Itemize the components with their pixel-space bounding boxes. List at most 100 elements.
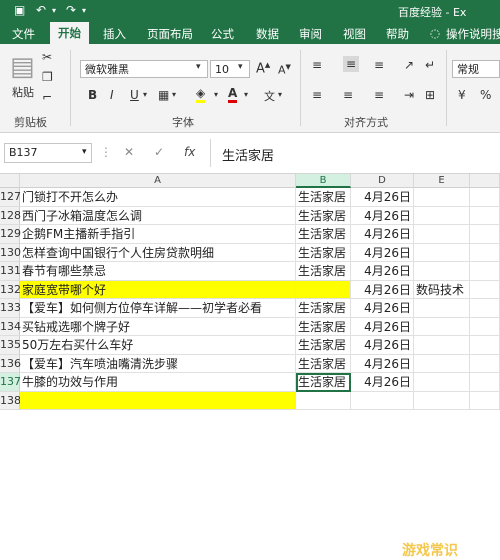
accounting-format-icon[interactable]: ¥ bbox=[458, 88, 466, 102]
cell-extra[interactable] bbox=[414, 262, 470, 281]
cell-title[interactable]: 西门子冰箱温度怎么调 bbox=[20, 206, 296, 225]
cell-empty[interactable] bbox=[470, 391, 500, 410]
chevron-down-icon[interactable]: ▾ bbox=[244, 90, 248, 99]
wrap-text-icon[interactable]: ↵ bbox=[425, 58, 435, 72]
cell-title[interactable]: 买钻戒选哪个牌子好 bbox=[20, 317, 296, 336]
cell-title[interactable]: 【爱车】如何侧方位停车详解——初学者必看 bbox=[20, 299, 296, 318]
underline-button[interactable]: U bbox=[130, 88, 139, 102]
cell-extra[interactable] bbox=[414, 299, 470, 318]
column-header-next[interactable] bbox=[470, 174, 500, 188]
font-color-button[interactable]: A bbox=[228, 86, 238, 103]
cell-date[interactable]: 4月26日 bbox=[351, 336, 414, 355]
save-icon[interactable]: ▣ bbox=[14, 3, 25, 17]
cell-empty[interactable] bbox=[470, 373, 500, 392]
tab-data[interactable]: 数据 bbox=[256, 26, 279, 42]
cell-date[interactable]: 4月26日 bbox=[351, 243, 414, 262]
paste-icon[interactable]: ▤ bbox=[10, 52, 35, 82]
align-right-icon[interactable]: ≡ bbox=[374, 88, 384, 102]
cell-date[interactable]: 4月26日 bbox=[351, 354, 414, 373]
cell-empty[interactable] bbox=[470, 317, 500, 336]
tell-me-search[interactable]: 操作说明搜 bbox=[446, 26, 500, 42]
fill-color-icon[interactable]: ◈ bbox=[196, 86, 206, 103]
cell-title[interactable]: 家庭宽带哪个好 bbox=[20, 280, 296, 299]
indent-icon[interactable]: ⇥ bbox=[404, 88, 414, 102]
tab-help[interactable]: 帮助 bbox=[386, 26, 409, 42]
align-center-icon[interactable]: ≡ bbox=[343, 88, 353, 102]
cell-category[interactable] bbox=[296, 391, 351, 410]
cell-date[interactable]: 4月26日 bbox=[351, 299, 414, 318]
cell-extra[interactable] bbox=[414, 206, 470, 225]
cell-empty[interactable] bbox=[470, 188, 500, 207]
chevron-down-icon[interactable]: ▾ bbox=[82, 147, 87, 157]
orientation-icon[interactable]: ↗ bbox=[404, 58, 414, 72]
column-header-e[interactable]: E bbox=[414, 174, 470, 188]
decrease-font-icon[interactable]: A▼ bbox=[278, 63, 291, 77]
cell-category[interactable]: 生活家居 bbox=[296, 225, 351, 244]
tab-home[interactable]: 开始 bbox=[50, 22, 89, 44]
row-header[interactable]: 133 bbox=[0, 299, 21, 318]
cell-category[interactable]: 生活家居 bbox=[296, 243, 351, 262]
cell-category[interactable]: 生活家居 bbox=[296, 373, 351, 392]
tab-page-layout[interactable]: 页面布局 bbox=[147, 26, 193, 42]
row-header[interactable]: 137 bbox=[0, 373, 21, 392]
row-header[interactable]: 132 bbox=[0, 280, 21, 299]
cell-category[interactable]: 生活家居 bbox=[296, 336, 351, 355]
cell-date[interactable]: 4月26日 bbox=[351, 188, 414, 207]
number-format-select[interactable]: 常规 bbox=[452, 60, 500, 78]
cell-title[interactable] bbox=[20, 391, 296, 410]
cell-empty[interactable] bbox=[470, 336, 500, 355]
cell-category[interactable]: 生活家居 bbox=[296, 354, 351, 373]
cut-icon[interactable]: ✂ bbox=[42, 50, 52, 64]
cell-empty[interactable] bbox=[470, 262, 500, 281]
cell-category[interactable]: 生活家居 bbox=[296, 299, 351, 318]
cell-extra[interactable] bbox=[414, 336, 470, 355]
font-size-select[interactable]: 10 bbox=[210, 60, 250, 78]
cell-date[interactable]: 4月26日 bbox=[351, 373, 414, 392]
chevron-down-icon[interactable]: ▾ bbox=[214, 90, 218, 99]
row-header[interactable]: 131 bbox=[0, 262, 21, 281]
italic-button[interactable]: I bbox=[110, 88, 114, 102]
row-header[interactable]: 135 bbox=[0, 336, 21, 355]
cell-category[interactable] bbox=[296, 280, 351, 299]
row-header[interactable]: 129 bbox=[0, 225, 21, 244]
row-header[interactable]: 127 bbox=[0, 188, 21, 207]
formula-input[interactable]: 生活家居 bbox=[222, 145, 274, 164]
merge-center-icon[interactable]: ⊞ bbox=[425, 88, 435, 102]
tab-formulas[interactable]: 公式 bbox=[211, 26, 234, 42]
borders-icon[interactable]: ▦ bbox=[158, 88, 169, 102]
worksheet-grid[interactable]: A B D E 127 门锁打不开怎么办 生活家居 4月26日 128 西门子冰箱温度怎么… bbox=[0, 174, 500, 559]
align-bottom-icon[interactable]: ≡ bbox=[374, 58, 384, 72]
cell-empty[interactable] bbox=[470, 206, 500, 225]
cell-extra[interactable] bbox=[414, 225, 470, 244]
redo-icon[interactable]: ↷ bbox=[66, 3, 76, 17]
cell-title[interactable]: 门锁打不开怎么办 bbox=[20, 188, 296, 207]
chevron-down-icon[interactable]: ▾ bbox=[143, 90, 147, 99]
tab-view[interactable]: 视图 bbox=[343, 26, 366, 42]
row-header[interactable]: 130 bbox=[0, 243, 21, 262]
cell-date[interactable]: 4月26日 bbox=[351, 317, 414, 336]
bold-button[interactable]: B bbox=[88, 88, 97, 102]
phonetic-icon[interactable]: 文 bbox=[264, 88, 275, 104]
cell-category[interactable]: 生活家居 bbox=[296, 206, 351, 225]
column-header-a[interactable]: A bbox=[20, 174, 296, 188]
format-painter-icon[interactable]: ⌐ bbox=[42, 90, 52, 104]
cell-category[interactable]: 生活家居 bbox=[296, 262, 351, 281]
cell-extra[interactable] bbox=[414, 188, 470, 207]
cell-category[interactable]: 生活家居 bbox=[296, 188, 351, 207]
enter-button[interactable]: ✓ bbox=[154, 145, 164, 159]
row-header[interactable]: 136 bbox=[0, 354, 21, 373]
cell-title[interactable]: 春节有哪些禁忌 bbox=[20, 262, 296, 281]
cell-date[interactable]: 4月26日 bbox=[351, 262, 414, 281]
chevron-down-icon[interactable]: ▾ bbox=[172, 90, 176, 99]
undo-icon[interactable]: ↶ bbox=[36, 3, 46, 17]
cell-title[interactable]: 企鹅FM主播新手指引 bbox=[20, 225, 296, 244]
tab-insert[interactable]: 插入 bbox=[103, 26, 126, 42]
cell-extra[interactable] bbox=[414, 317, 470, 336]
name-box[interactable]: B137 bbox=[4, 143, 92, 163]
chevron-down-icon[interactable]: ▾ bbox=[278, 90, 282, 99]
cell-extra[interactable] bbox=[414, 373, 470, 392]
cell-title[interactable]: 【爱车】汽车喷油嘴清洗步骤 bbox=[20, 354, 296, 373]
chevron-down-icon[interactable]: ▾ bbox=[238, 62, 243, 72]
column-header-b[interactable]: B bbox=[296, 174, 351, 188]
cell-extra[interactable] bbox=[414, 391, 470, 410]
